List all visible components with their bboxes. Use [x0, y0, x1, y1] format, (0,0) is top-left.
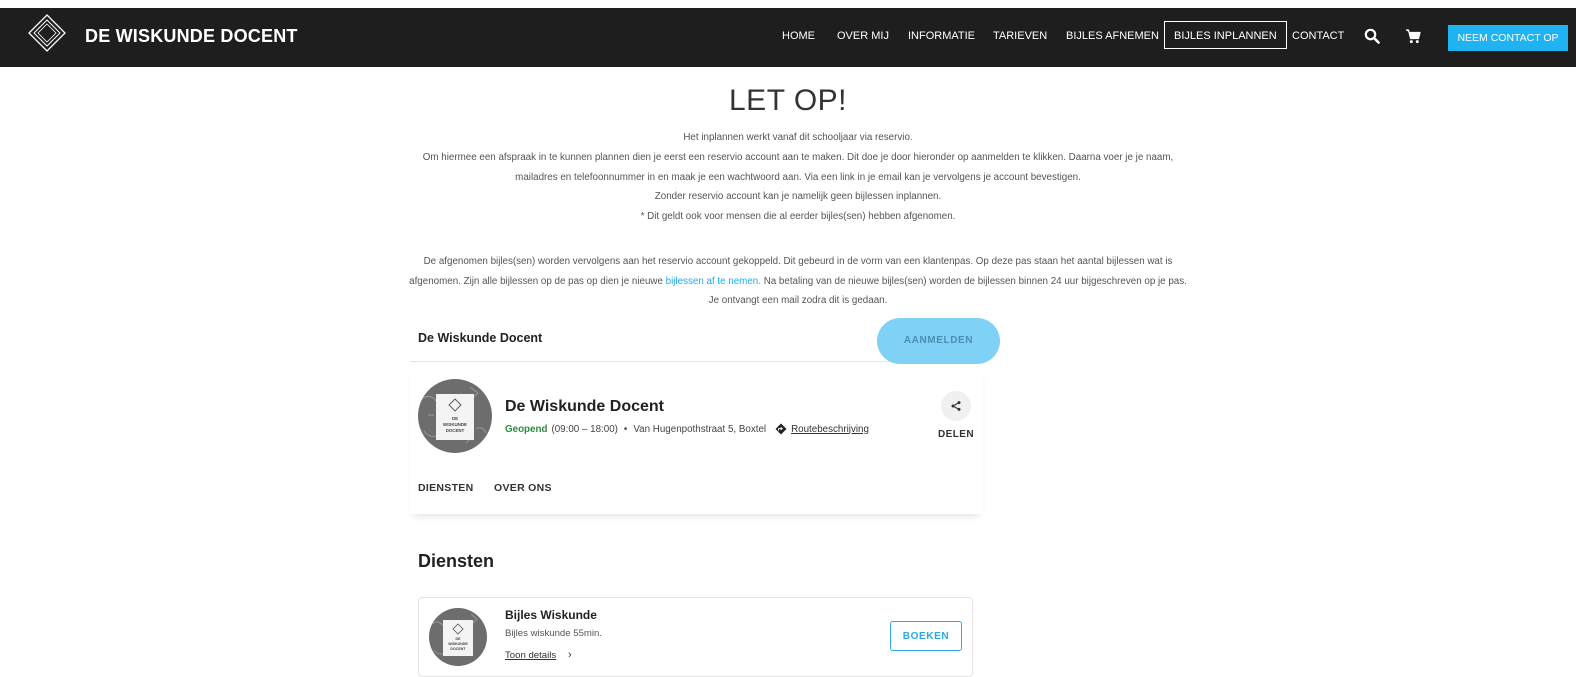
cart-icon[interactable] [1405, 29, 1421, 44]
route-link[interactable]: Routebeschrijving [791, 424, 869, 435]
share-control[interactable]: DELEN [937, 391, 975, 440]
nav-contact[interactable]: CONTACT [1292, 30, 1344, 42]
avatar-text-3: DOCENT [446, 428, 465, 433]
search-icon[interactable] [1364, 28, 1380, 44]
nav-bijles-inplannen[interactable]: BIJLES INPLANNEN [1164, 21, 1287, 49]
separator-dot: • [623, 423, 628, 435]
share-label: DELEN [938, 429, 974, 440]
service-card[interactable]: DE WISKUNDE DOCENT Bijles Wiskunde Bijle… [418, 597, 973, 677]
notice-line-4: * Dit geldt ook voor mensen die al eerde… [640, 211, 956, 222]
show-details-link[interactable]: Toon details [505, 650, 556, 661]
site-header: DE WISKUNDE DOCENT HOME OVER MIJ INFORMA… [0, 8, 1576, 67]
diamond-logo-icon[interactable] [27, 13, 67, 53]
reservio-header-title: De Wiskunde Docent [418, 331, 543, 345]
opening-hours: (09:00 – 18:00) [551, 423, 618, 435]
share-button[interactable] [941, 391, 971, 421]
notice-line-1: Het inplannen werkt vanaf dit schooljaar… [683, 132, 913, 143]
nav-tarieven[interactable]: TARIEVEN [993, 30, 1047, 42]
register-button[interactable]: AANMELDEN [877, 318, 1000, 364]
service-description: Bijles wiskunde 55min. [505, 628, 603, 639]
brand-name[interactable]: DE WISKUNDE DOCENT [85, 26, 298, 47]
top-strip [0, 0, 1576, 8]
notice-paragraph-2-text-end: Na betaling van de nieuwe bijles(sen) wo… [708, 275, 1187, 307]
business-avatar: DE WISKUNDE DOCENT [418, 379, 492, 453]
book-button[interactable]: BOEKEN [890, 621, 962, 651]
avatar-text-1: DE [452, 416, 458, 421]
nav-informatie[interactable]: INFORMATIE [908, 30, 975, 42]
nav-over-mij[interactable]: OVER MIJ [837, 30, 889, 42]
avatar-text-2: WISKUNDE [443, 422, 467, 427]
business-card: DE WISKUNDE DOCENT De Wiskunde Docent Ge… [410, 364, 983, 514]
contact-cta-button[interactable]: NEEM CONTACT OP [1448, 25, 1568, 51]
services-title: Diensten [418, 551, 495, 571]
service-avatar: DE WISKUNDE DOCENT [429, 608, 487, 666]
tab-over-ons[interactable]: OVER ONS [494, 482, 552, 494]
business-address: Van Hugenpothstraat 5, Boxtel [633, 423, 767, 435]
share-icon [951, 401, 961, 411]
notice-line-2: Om hiermee een afspraak in te kunnen pla… [422, 152, 1174, 183]
service-avatar-text-2: WISKUNDE [448, 642, 468, 646]
business-name: De Wiskunde Docent [505, 398, 664, 415]
directions-icon[interactable] [775, 423, 787, 435]
service-avatar-text-3: DOCENT [450, 647, 466, 651]
service-title: Bijles Wiskunde [505, 608, 597, 622]
nav-bijles-afnemen[interactable]: BIJLES AFNEMEN [1066, 30, 1159, 42]
service-avatar-text-1: DE [456, 637, 462, 641]
notice-paragraph-2: De afgenomen bijles(sen) worden vervolge… [408, 252, 1188, 311]
open-status: Geopend [505, 423, 548, 435]
business-info: Geopend (09:00 – 18:00) • Van Hugenpoths… [505, 423, 869, 435]
nav-home[interactable]: HOME [782, 30, 815, 42]
chevron-right-icon[interactable]: › [568, 649, 572, 661]
tab-diensten[interactable]: DIENSTEN [418, 482, 474, 494]
bijlessen-afnemen-link[interactable]: bijlessen af te nemen. [666, 276, 761, 287]
page-title: LET OP! [729, 84, 847, 117]
notice-line-3: Zonder reservio account kan je namelijk … [654, 191, 942, 202]
